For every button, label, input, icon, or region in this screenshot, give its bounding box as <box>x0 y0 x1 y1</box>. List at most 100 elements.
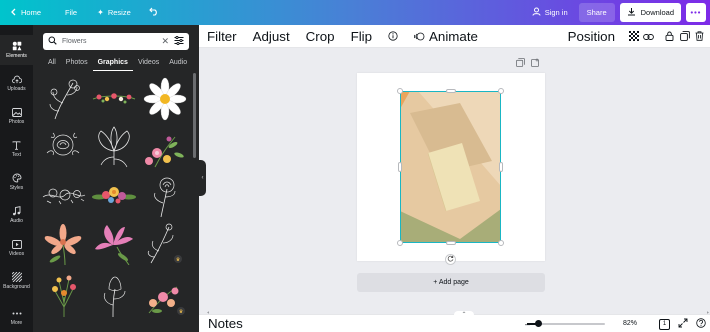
panel-scrollbar[interactable] <box>193 73 196 158</box>
help-icon[interactable] <box>696 318 706 330</box>
zoom-slider-knob[interactable] <box>535 320 543 327</box>
resize-handle-top-right[interactable] <box>498 88 504 94</box>
tab-videos[interactable]: Videos <box>133 57 164 71</box>
graphic-pink-flower-spray[interactable]: ♛ <box>141 273 187 317</box>
tab-photos[interactable]: Photos <box>61 57 93 71</box>
collapse-panel-handle[interactable]: ‹ <box>199 160 206 196</box>
rail-item-elements[interactable]: Elements <box>0 35 33 65</box>
adjust-button[interactable]: Adjust <box>245 28 298 44</box>
filter-sliders-icon[interactable] <box>174 35 184 47</box>
chevron-left-icon <box>10 8 17 18</box>
graphic-colorful-floral-cluster[interactable] <box>91 173 137 217</box>
rail-label-text: Text <box>11 152 22 158</box>
resize-handle-top-left[interactable] <box>397 88 403 94</box>
search-box: ✕ <box>43 33 189 50</box>
chevron-left-icon: ‹ <box>201 175 204 181</box>
more-dots-icon <box>12 308 22 318</box>
notes-toggle-arrow-icon[interactable]: ⌃ <box>454 311 474 318</box>
resize-handle-bottom-right[interactable] <box>498 240 504 246</box>
position-button[interactable]: Position <box>560 28 623 44</box>
transparency-button[interactable] <box>627 30 640 43</box>
share-button[interactable]: Share <box>578 3 615 22</box>
flip-button[interactable]: Flip <box>343 28 380 44</box>
more-options-button[interactable]: ••• <box>686 3 706 22</box>
svg-text:♛: ♛ <box>179 309 183 315</box>
rail-label-background: Background <box>3 284 30 290</box>
sign-in-label: Sign in <box>544 8 568 17</box>
graphic-white-daisy[interactable] <box>141 77 187 121</box>
user-icon <box>532 7 541 18</box>
rail-item-audio[interactable]: Audio <box>0 200 33 230</box>
animate-label: Animate <box>429 28 478 44</box>
graphic-line-flower-sprig[interactable] <box>41 77 87 121</box>
rail-label-styles: Styles <box>9 185 24 191</box>
rail-item-videos[interactable]: Videos <box>0 233 33 263</box>
notes-button[interactable]: Notes <box>208 316 243 331</box>
clear-search-icon[interactable]: ✕ <box>161 36 169 47</box>
resize-label: Resize <box>107 8 131 17</box>
info-button[interactable] <box>380 28 406 44</box>
zoom-percentage[interactable]: 82% <box>623 320 637 327</box>
graphic-line-wildflower[interactable]: ♛ <box>141 221 187 265</box>
file-menu-button[interactable]: File <box>59 3 83 22</box>
page-count-button[interactable]: 1 <box>659 318 670 330</box>
resize-handle-left[interactable] <box>398 162 402 172</box>
lock-button[interactable] <box>663 30 676 43</box>
graphic-wildflower-bouquet[interactable] <box>41 273 87 317</box>
resize-handle-bottom[interactable] <box>446 241 456 245</box>
rail-item-uploads[interactable]: Uploads <box>0 68 33 98</box>
graphic-line-flower-wreath[interactable] <box>41 173 87 217</box>
page-actions <box>516 58 540 69</box>
animate-button[interactable]: Animate <box>406 28 486 44</box>
back-home-button[interactable]: Home <box>4 3 47 22</box>
photo-icon <box>11 107 22 117</box>
resize-button[interactable]: ✦ Resize <box>91 3 137 22</box>
undo-button[interactable] <box>143 3 165 22</box>
graphic-line-tulip-stem[interactable] <box>91 273 137 317</box>
rotate-handle[interactable] <box>445 254 456 265</box>
search-input[interactable] <box>62 38 157 45</box>
crop-button[interactable]: Crop <box>298 28 343 44</box>
tab-all[interactable]: All <box>43 57 61 71</box>
delete-button[interactable] <box>693 30 706 43</box>
tab-graphics[interactable]: Graphics <box>92 57 133 71</box>
animate-icon <box>413 29 425 44</box>
add-page-button[interactable]: + Add page <box>357 273 545 292</box>
rail-item-background[interactable]: Background <box>0 266 33 296</box>
graphic-line-rose[interactable] <box>41 125 87 169</box>
link-button[interactable] <box>642 30 655 43</box>
link-icon <box>643 29 654 44</box>
upload-cloud-icon <box>11 74 22 84</box>
rail-item-photos[interactable]: Photos <box>0 101 33 131</box>
graphic-colorful-bouquet-corner[interactable] <box>141 125 187 169</box>
graphic-pink-lily[interactable] <box>91 221 137 265</box>
svg-text:♛: ♛ <box>176 257 180 263</box>
filter-button[interactable]: Filter <box>199 28 245 44</box>
image-toolbar: Filter Adjust Crop Flip Animate Position <box>199 25 710 48</box>
add-page-icon[interactable] <box>531 58 540 69</box>
duplicate-icon <box>679 29 690 44</box>
background-pattern-icon <box>11 272 22 282</box>
rail-item-text[interactable]: Text <box>0 134 33 164</box>
palette-icon <box>12 173 22 183</box>
duplicate-button[interactable] <box>678 30 691 43</box>
search-icon <box>48 36 57 47</box>
resize-handle-top[interactable] <box>446 89 456 93</box>
graphic-line-peony-stem[interactable] <box>141 173 187 217</box>
download-button[interactable]: Download <box>619 3 681 22</box>
resize-handle-right[interactable] <box>499 162 503 172</box>
graphic-flower-garland[interactable] <box>91 77 137 121</box>
sign-in-button[interactable]: Sign in <box>526 3 574 22</box>
rail-item-styles[interactable]: Styles <box>0 167 33 197</box>
resize-handle-bottom-left[interactable] <box>397 240 403 246</box>
fullscreen-icon[interactable] <box>678 318 688 330</box>
rail-item-more[interactable]: More <box>0 302 33 332</box>
add-page-label: + Add page <box>433 279 469 286</box>
duplicate-page-icon[interactable] <box>516 58 525 69</box>
graphic-peach-lily[interactable] <box>41 221 87 265</box>
text-t-icon <box>12 140 22 150</box>
rail-label-videos: Videos <box>8 251 25 257</box>
graphic-line-lily[interactable] <box>91 125 137 169</box>
page-count-label: 1 <box>662 321 667 327</box>
tab-audio[interactable]: Audio <box>164 57 192 71</box>
